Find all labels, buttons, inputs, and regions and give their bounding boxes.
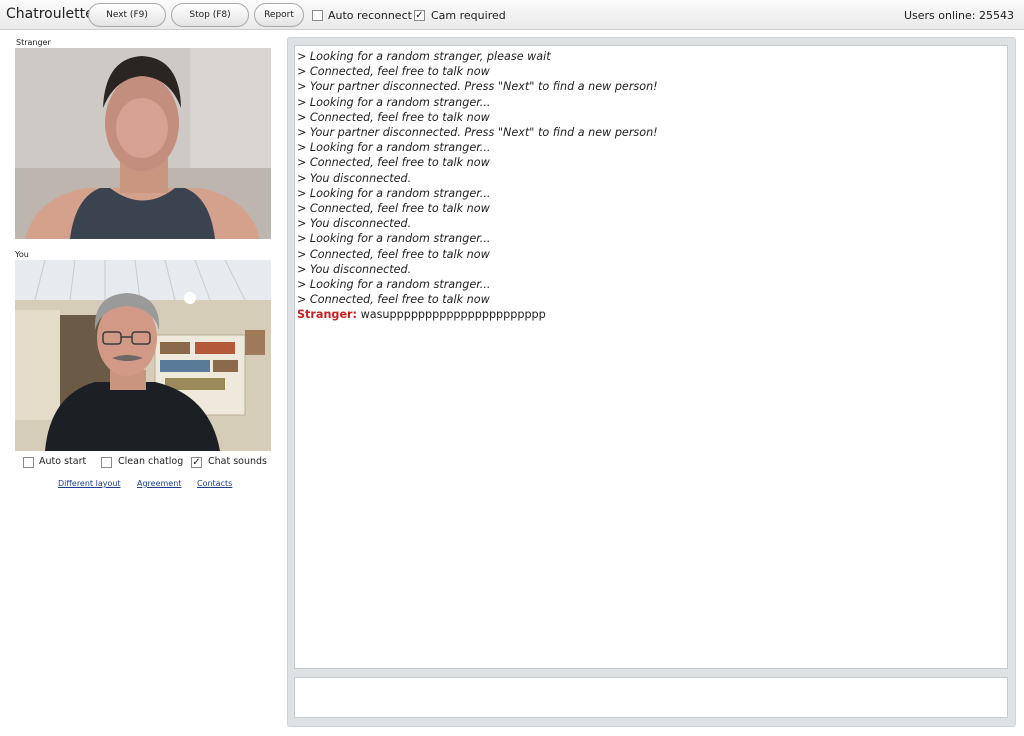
contacts-link[interactable]: Contacts — [197, 479, 232, 488]
you-video-label: You — [15, 250, 29, 259]
chat-system-line: > Connected, feel free to talk now — [297, 293, 490, 307]
auto-reconnect-checkbox[interactable] — [312, 10, 323, 21]
agreement-link[interactable]: Agreement — [137, 479, 181, 488]
chat-log-lines: > Looking for a random stranger, please … — [297, 49, 1005, 307]
message-text: wasupppppppppppppppppppppp — [360, 308, 546, 322]
cam-required-label: Cam required — [431, 9, 506, 22]
clean-chatlog-checkbox[interactable] — [101, 457, 112, 468]
chat-system-line: > Connected, feel free to talk now — [297, 247, 490, 261]
chat-system-line: > Connected, feel free to talk now — [297, 65, 490, 79]
clean-chatlog-label: Clean chatlog — [118, 456, 184, 467]
report-button[interactable]: Report — [254, 3, 304, 27]
auto-start-label: Auto start — [39, 456, 87, 467]
chat-message: Stranger: wasupppppppppppppppppppppp — [297, 307, 1005, 322]
you-video — [15, 260, 271, 451]
chat-system-line: > Looking for a random stranger... — [297, 186, 491, 200]
users-online-count: Users online: 25543 — [903, 9, 1014, 22]
chat-sounds-label: Chat sounds — [208, 456, 268, 467]
chat-system-line: > Looking for a random stranger... — [297, 278, 491, 292]
chat-input[interactable] — [294, 677, 1008, 718]
chat-system-line: > Looking for a random stranger... — [297, 141, 491, 155]
chat-system-line: > Looking for a random stranger, please … — [297, 50, 551, 63]
chat-system-line: > Connected, feel free to talk now — [297, 110, 490, 124]
stop-button[interactable]: Stop (F8) — [171, 3, 249, 27]
you-video-frame — [15, 260, 271, 451]
chat-system-line: > You disconnected. — [297, 262, 412, 276]
different-layout-link[interactable]: Different layout — [58, 479, 121, 488]
app-title: Chatroulette — [6, 6, 94, 22]
next-button[interactable]: Next (F9) — [88, 3, 166, 27]
stranger-video-frame — [15, 48, 271, 239]
stranger-video-label: Stranger — [16, 38, 51, 47]
chat-system-line: > Looking for a random stranger... — [297, 95, 491, 109]
chat-sounds-checkbox[interactable]: ✓ — [191, 457, 202, 468]
chat-system-line: > Connected, feel free to talk now — [297, 202, 490, 216]
chat-system-line: > Connected, feel free to talk now — [297, 156, 490, 170]
chat-system-line: > You disconnected. — [297, 171, 412, 185]
message-sender: Stranger: — [297, 308, 358, 322]
chat-system-line: > Your partner disconnected. Press "Next… — [297, 80, 658, 94]
chat-system-line: > You disconnected. — [297, 217, 412, 231]
chat-log[interactable]: > Looking for a random stranger, please … — [294, 45, 1008, 669]
chat-system-line: > Your partner disconnected. Press "Next… — [297, 126, 658, 140]
auto-reconnect-label: Auto reconnect — [328, 9, 412, 22]
stranger-video — [15, 48, 271, 239]
top-bar: Chatroulette Next (F9) Stop (F8) Report … — [0, 0, 1024, 30]
cam-required-checkbox[interactable]: ✓ — [414, 10, 425, 21]
chat-system-line: > Looking for a random stranger... — [297, 232, 491, 246]
auto-start-checkbox[interactable] — [23, 457, 34, 468]
